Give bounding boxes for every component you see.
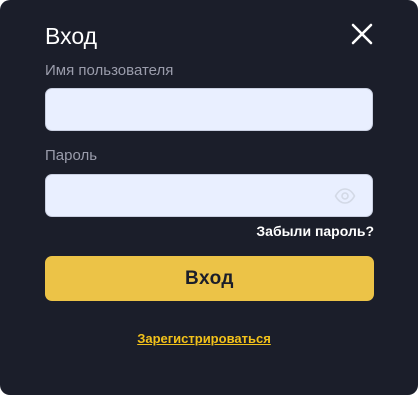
password-input[interactable]	[46, 175, 372, 216]
username-field-wrapper	[45, 88, 373, 131]
close-button[interactable]	[350, 22, 374, 46]
username-input[interactable]	[46, 89, 372, 130]
show-password-toggle[interactable]	[334, 186, 356, 206]
dialog-title: Вход	[45, 23, 98, 49]
register-link[interactable]: Зарегистрироваться	[0, 331, 408, 347]
close-icon	[351, 23, 373, 45]
password-field-wrapper	[45, 174, 373, 217]
login-dialog: Вход Имя пользователя Пароль Забыли паро…	[0, 0, 418, 395]
forgot-password-link[interactable]: Забыли пароль?	[256, 222, 374, 240]
login-button[interactable]: Вход	[45, 256, 374, 301]
password-label: Пароль	[45, 147, 98, 164]
username-label: Имя пользователя	[45, 62, 174, 79]
eye-icon	[334, 188, 356, 204]
